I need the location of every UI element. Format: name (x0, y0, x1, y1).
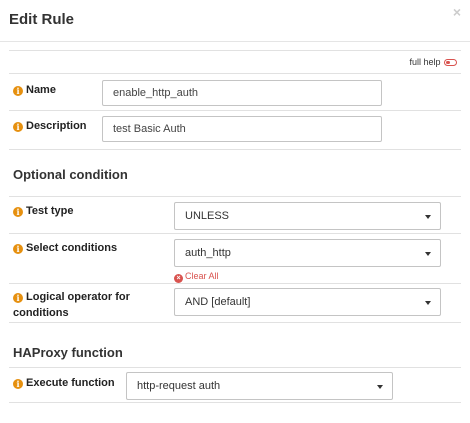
help-row: full help (9, 51, 461, 74)
select-conditions-value: auth_http (185, 246, 231, 259)
name-label: Name (26, 84, 56, 96)
toggle-icon[interactable] (444, 59, 457, 66)
logical-operator-row: i Logical operator for conditions AND [de… (9, 282, 461, 322)
optional-condition-table: i Test type UNLESS i Select conditions aut… (9, 195, 461, 322)
description-label: Description (26, 120, 87, 132)
section-title-haproxy-function: HAProxy function (13, 345, 123, 360)
chevron-down-icon (425, 214, 431, 219)
name-input[interactable]: enable_http_auth (102, 80, 382, 106)
chevron-down-icon (425, 251, 431, 256)
execute-function-value: http-request auth (137, 380, 221, 392)
clear-all-label: Clear All (185, 270, 219, 281)
execute-function-row: i Execute function http-request auth (9, 367, 461, 403)
execute-function-label: Execute function (26, 377, 115, 389)
info-icon[interactable]: i (13, 243, 23, 254)
test-type-label: Test type (26, 204, 74, 217)
chevron-down-icon (425, 300, 431, 305)
general-settings-table: full help i Name enable_http_auth i Descri… (9, 50, 461, 149)
info-icon[interactable]: i (13, 86, 23, 96)
logical-operator-select[interactable]: AND [default] (174, 287, 441, 316)
name-row: i Name enable_http_auth (9, 73, 461, 111)
execute-function-select[interactable]: http-request auth (126, 372, 393, 400)
select-conditions-label: Select conditions (26, 241, 118, 254)
modal-header: Edit Rule × (0, 0, 470, 42)
haproxy-function-table: i Execute function http-request auth (9, 367, 461, 403)
modal-body: full help i Name enable_http_auth i Descri… (9, 50, 461, 403)
info-icon[interactable]: i (13, 379, 23, 389)
clear-all-link[interactable]: × Clear All (174, 271, 219, 283)
test-type-value: UNLESS (185, 209, 230, 222)
info-icon[interactable]: i (13, 122, 23, 132)
description-input[interactable]: test Basic Auth (102, 116, 382, 142)
modal-title: Edit Rule (9, 11, 75, 28)
section-title-optional-condition: Optional condition (13, 166, 128, 182)
full-help-label: full help (409, 57, 441, 67)
close-icon[interactable]: × (453, 4, 461, 20)
info-icon[interactable]: i (13, 206, 23, 217)
haproxy-function-header: HAProxy function (9, 322, 461, 367)
select-conditions-row: i Select conditions auth_http × Clear All (9, 232, 461, 283)
clear-icon: × (174, 273, 183, 283)
logical-operator-label-line1: Logical operator for (26, 290, 130, 303)
test-type-select[interactable]: UNLESS (174, 201, 441, 230)
logical-operator-value: AND [default] (185, 295, 251, 308)
optional-condition-header: Optional condition (9, 148, 461, 196)
logical-operator-label-line2: conditions (13, 306, 69, 319)
test-type-row: i Test type UNLESS (9, 195, 461, 233)
info-icon[interactable]: i (13, 292, 23, 303)
select-conditions-select[interactable]: auth_http (174, 238, 441, 267)
chevron-down-icon (377, 385, 383, 389)
description-row: i Description test Basic Auth (9, 110, 461, 149)
